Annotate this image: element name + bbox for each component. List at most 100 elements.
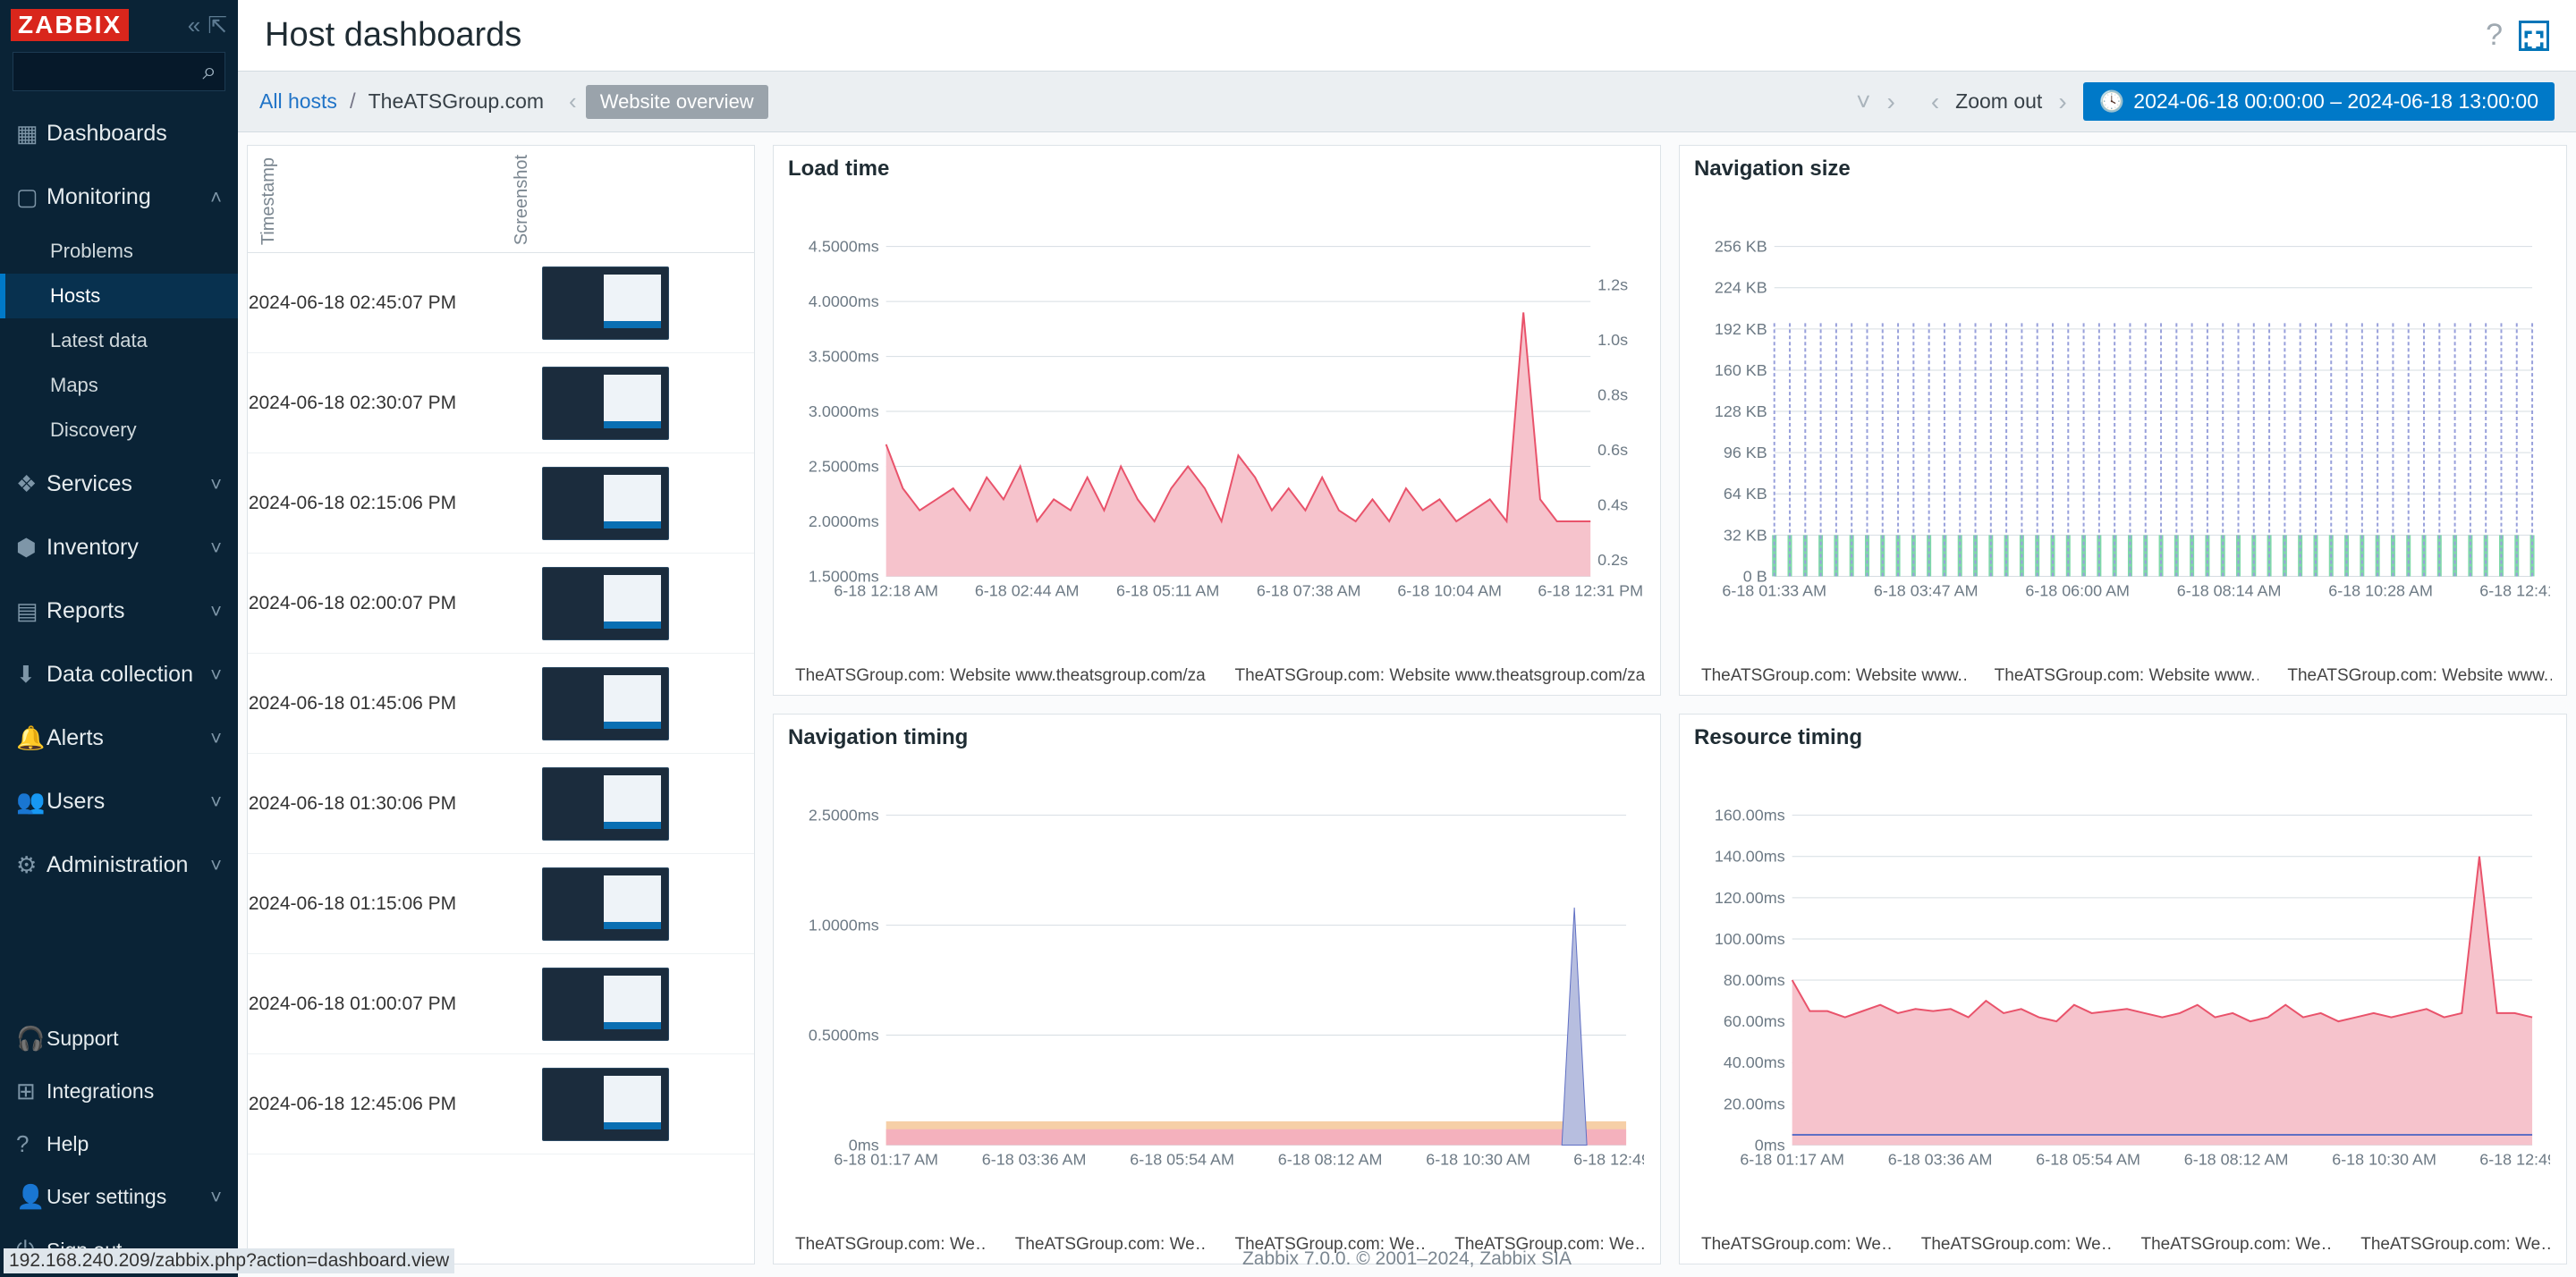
svg-text:192 KB: 192 KB xyxy=(1715,320,1767,338)
card-resource-timing: Resource timing 0ms20.00ms40.00ms60.00ms… xyxy=(1679,714,2567,1264)
screenshot-thumb[interactable] xyxy=(542,867,669,941)
chevron-down-icon: ˅ xyxy=(210,600,222,623)
nav-alerts[interactable]: 🔔Alerts˅ xyxy=(0,706,238,770)
zoom-out-button[interactable]: Zoom out xyxy=(1955,89,2042,114)
chevron-right-icon[interactable]: › xyxy=(1887,88,1895,116)
breadcrumb-all-hosts[interactable]: All hosts xyxy=(259,89,337,114)
plot-load-time[interactable]: 1.5000ms2.0000ms2.5000ms3.0000ms3.5000ms… xyxy=(774,189,1660,661)
sidebar-popout-icon[interactable]: ⇱ xyxy=(208,12,227,39)
svg-text:0.2s: 0.2s xyxy=(1597,551,1628,569)
svg-text:6-18 03:36 AM: 6-18 03:36 AM xyxy=(982,1150,1087,1168)
legend-item: TheATSGroup.com: Website www.… xyxy=(2280,666,2552,686)
svg-text:32 KB: 32 KB xyxy=(1724,526,1767,544)
logo[interactable]: ZABBIX xyxy=(11,9,129,41)
fullscreen-button[interactable] xyxy=(2519,21,2549,51)
screenshot-thumb[interactable] xyxy=(542,767,669,841)
nav-problems[interactable]: Problems xyxy=(0,229,238,274)
help-hint-icon[interactable]: ? xyxy=(2486,18,2503,53)
screenshot-thumb[interactable] xyxy=(542,467,669,540)
screenshot-thumb[interactable] xyxy=(542,667,669,740)
legend-label: TheATSGroup.com: We… xyxy=(795,1235,987,1255)
time-next-icon[interactable]: › xyxy=(2058,88,2066,116)
screenshot-cell xyxy=(457,1068,754,1141)
legend-item: TheATSGroup.com: We… xyxy=(1008,1235,1207,1255)
nav-discovery[interactable]: Discovery xyxy=(0,408,238,452)
sidebar-nav: ▦Dashboards ▢Monitoring˄ Problems Hosts … xyxy=(0,102,238,1012)
nav-user-settings[interactable]: 👤User settings˅ xyxy=(0,1171,238,1223)
screenshot-thumb[interactable] xyxy=(542,266,669,340)
svg-text:4.0000ms: 4.0000ms xyxy=(809,292,879,310)
nav-reports[interactable]: ▤Reports˅ xyxy=(0,579,238,643)
search-input[interactable] xyxy=(13,52,225,91)
chart-icon: ▤ xyxy=(16,597,47,625)
svg-text:0.6s: 0.6s xyxy=(1597,441,1628,459)
legend-load-time: TheATSGroup.com: Website www.theatsgroup… xyxy=(774,661,1660,695)
svg-text:2.5000ms: 2.5000ms xyxy=(809,458,879,476)
nav-users[interactable]: 👥Users˅ xyxy=(0,770,238,833)
table-row[interactable]: 2024-06-18 02:30:07 PM xyxy=(248,353,754,453)
nav-help[interactable]: ?Help xyxy=(0,1118,238,1171)
table-row[interactable]: 2024-06-18 01:30:06 PM xyxy=(248,754,754,854)
table-row[interactable]: 2024-06-18 01:00:07 PM xyxy=(248,954,754,1054)
user-icon: 👤 xyxy=(16,1183,47,1211)
dashboard-selector[interactable]: Website overview xyxy=(586,85,768,119)
svg-text:100.00ms: 100.00ms xyxy=(1715,930,1785,948)
card-nav-timing: Navigation timing 0ms0.5000ms1.0000ms2.5… xyxy=(773,714,1661,1264)
table-row[interactable]: 2024-06-18 01:45:06 PM xyxy=(248,654,754,754)
nav-latest-data[interactable]: Latest data xyxy=(0,318,238,363)
svg-text:6-18 05:54 AM: 6-18 05:54 AM xyxy=(2036,1150,2140,1168)
screenshot-thumb[interactable] xyxy=(542,367,669,440)
bell-icon: 🔔 xyxy=(16,724,47,752)
nav-administration[interactable]: ⚙Administration˅ xyxy=(0,833,238,897)
nav-services[interactable]: ❖Services˅ xyxy=(0,452,238,516)
sidebar-collapse-icon[interactable]: « xyxy=(188,12,200,39)
nav-integrations[interactable]: ⊞Integrations xyxy=(0,1065,238,1118)
screenshot-thumb[interactable] xyxy=(542,567,669,640)
plot-nav-size[interactable]: 0 B32 KB64 KB96 KB128 KB160 KB192 KB224 … xyxy=(1680,189,2566,661)
nav-data-collection[interactable]: ⬇Data collection˅ xyxy=(0,643,238,706)
screenshot-thumb[interactable] xyxy=(542,968,669,1041)
nav-support[interactable]: 🎧Support xyxy=(0,1012,238,1065)
svg-text:96 KB: 96 KB xyxy=(1724,444,1767,461)
chevron-down-icon[interactable]: ˅ xyxy=(1856,88,1870,116)
dashboard-prev-icon[interactable]: ‹ xyxy=(569,88,577,115)
table-row[interactable]: 2024-06-18 02:15:06 PM xyxy=(248,453,754,554)
time-prev-icon[interactable]: ‹ xyxy=(1931,88,1939,116)
svg-text:6-18 12:49 PM: 6-18 12:49 PM xyxy=(2479,1150,2550,1168)
nav-maps[interactable]: Maps xyxy=(0,363,238,408)
time-range-button[interactable]: 🕓 2024-06-18 00:00:00 – 2024-06-18 13:00… xyxy=(2083,82,2555,121)
table-row[interactable]: 2024-06-18 12:45:06 PM xyxy=(248,1054,754,1154)
table-row[interactable]: 2024-06-18 02:45:07 PM xyxy=(248,253,754,353)
card-title: Navigation size xyxy=(1680,146,2566,189)
svg-text:1.0s: 1.0s xyxy=(1597,331,1628,349)
timestamp-cell: 2024-06-18 12:45:06 PM xyxy=(248,1094,457,1115)
screenshot-cell xyxy=(457,567,754,640)
screenshot-thumb[interactable] xyxy=(542,1068,669,1141)
table-row[interactable]: 2024-06-18 01:15:06 PM xyxy=(248,854,754,954)
chevron-up-icon: ˄ xyxy=(210,186,222,209)
svg-text:3.0000ms: 3.0000ms xyxy=(809,402,879,420)
col-timestamp: Timestamp xyxy=(258,157,279,245)
timestamp-cell: 2024-06-18 02:00:07 PM xyxy=(248,593,457,614)
nav-monitoring[interactable]: ▢Monitoring˄ xyxy=(0,165,238,229)
gear-icon: ⚙ xyxy=(16,851,47,879)
svg-text:6-18 12:18 AM: 6-18 12:18 AM xyxy=(834,581,938,599)
table-row[interactable]: 2024-06-18 02:00:07 PM xyxy=(248,554,754,654)
legend-label: TheATSGroup.com: Website www.… xyxy=(1995,666,2259,686)
sidebar: ZABBIX « ⇱ ⌕ ▦Dashboards ▢Monitoring˄ Pr… xyxy=(0,0,238,1277)
legend-label: TheATSGroup.com: We… xyxy=(1701,1235,1893,1255)
svg-text:20.00ms: 20.00ms xyxy=(1724,1095,1785,1112)
nav-hosts[interactable]: Hosts xyxy=(0,274,238,318)
svg-text:160 KB: 160 KB xyxy=(1715,361,1767,379)
nav-dashboards[interactable]: ▦Dashboards xyxy=(0,102,238,165)
search-icon[interactable]: ⌕ xyxy=(202,57,216,87)
nav-inventory[interactable]: ⬢Inventory˅ xyxy=(0,516,238,579)
legend-item: TheATSGroup.com: We… xyxy=(788,1235,987,1255)
plot-resource-timing[interactable]: 0ms20.00ms40.00ms60.00ms80.00ms100.00ms1… xyxy=(1680,757,2566,1230)
help-icon: ? xyxy=(16,1130,47,1158)
plot-nav-timing[interactable]: 0ms0.5000ms1.0000ms2.5000ms6-18 01:17 AM… xyxy=(774,757,1660,1230)
timestamp-cell: 2024-06-18 01:45:06 PM xyxy=(248,693,457,715)
svg-text:6-18 10:04 AM: 6-18 10:04 AM xyxy=(1397,581,1502,599)
svg-text:140.00ms: 140.00ms xyxy=(1715,848,1785,866)
svg-text:6-18 01:17 AM: 6-18 01:17 AM xyxy=(1740,1150,1844,1168)
